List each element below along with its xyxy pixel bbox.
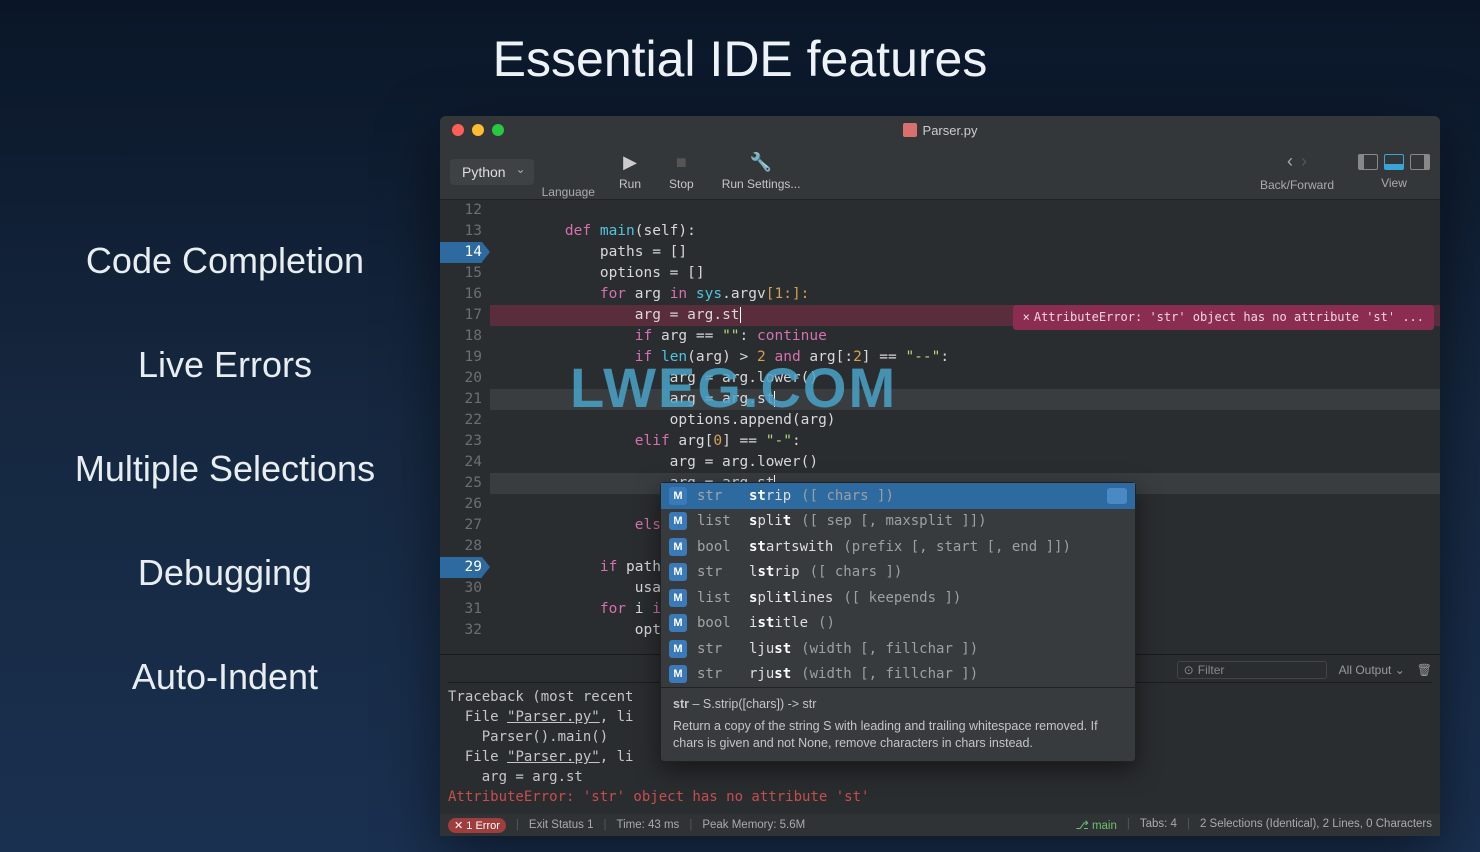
play-icon: ▶ (623, 152, 637, 173)
language-label: Language (542, 185, 595, 199)
method-icon: M (669, 614, 687, 632)
view-left-panel-button[interactable] (1358, 154, 1378, 170)
view-bottom-panel-button[interactable] (1384, 154, 1404, 170)
file-title: Parser.py (440, 123, 1440, 138)
method-icon: M (669, 538, 687, 556)
language-selector[interactable]: Python (450, 159, 534, 185)
statusbar: ✕ 1 Error | Exit Status 1 | Time: 43 ms … (440, 814, 1440, 836)
selection-info: 2 Selections (Identical), 2 Lines, 0 Cha… (1200, 818, 1432, 832)
feature-item: Multiple Selections (30, 448, 420, 490)
autocomplete-popup[interactable]: M str strip([ chars ]) M list split([ se… (660, 482, 1136, 762)
autocomplete-item[interactable]: M str strip([ chars ]) (661, 483, 1135, 509)
output-selector[interactable]: All Output ⌄ (1339, 663, 1405, 677)
method-icon: M (669, 589, 687, 607)
view-right-panel-button[interactable] (1410, 154, 1430, 170)
nav-back-button[interactable]: ‹ (1287, 151, 1293, 172)
gutter: 12 13 14 15 16 17 18 19 20 21 22 23 24 2… (440, 200, 490, 652)
feature-item: Code Completion (30, 240, 420, 282)
code-line: arg = arg.lower() (490, 452, 1440, 473)
toolbar: Python Language ▶ Run ■ Stop 🔧 Run Setti… (440, 144, 1440, 200)
peak-memory: Peak Memory: 5.6M (702, 819, 805, 831)
run-settings-button[interactable]: 🔧 Run Settings... (722, 152, 801, 191)
method-icon: M (669, 512, 687, 530)
autocomplete-item[interactable]: M list split([ sep [, maxsplit ]]) (661, 509, 1135, 535)
stop-button[interactable]: ■ Stop (669, 152, 694, 191)
stop-icon: ■ (676, 152, 687, 173)
code-line (490, 200, 1440, 221)
feature-item: Auto-Indent (30, 656, 420, 698)
trash-button[interactable]: 🗑 (1417, 663, 1432, 677)
close-icon[interactable]: × (1023, 307, 1030, 328)
console-line: arg = arg.st (448, 767, 1432, 787)
code-line: paths = [] (490, 242, 1440, 263)
view-toggle-group: View (1358, 154, 1430, 190)
inline-error-badge[interactable]: × AttributeError: 'str' object has no at… (1013, 305, 1434, 330)
feature-item: Live Errors (30, 344, 420, 386)
code-line: elif arg[0] == "-": (490, 431, 1440, 452)
code-line: for arg in sys.argv[1:]: (490, 284, 1440, 305)
feature-item: Debugging (30, 552, 420, 594)
tab-width[interactable]: Tabs: 4 (1140, 818, 1177, 832)
file-icon (903, 123, 917, 137)
exit-status: Exit Status 1 (529, 819, 594, 831)
titlebar: Parser.py (440, 116, 1440, 144)
doc-icon[interactable] (1107, 488, 1127, 504)
filter-input[interactable]: ⊙ Filter (1177, 661, 1327, 679)
console-error-line: AttributeError: 'str' object has no attr… (448, 787, 1432, 807)
method-icon: M (669, 665, 687, 683)
autocomplete-item[interactable]: M str lstrip([ chars ]) (661, 560, 1135, 586)
method-icon: M (669, 563, 687, 581)
method-icon: M (669, 640, 687, 658)
autocomplete-item[interactable]: M bool istitle() (661, 611, 1135, 637)
wrench-icon: 🔧 (750, 152, 772, 173)
nav-back-forward: ‹ › Back/Forward (1260, 151, 1334, 192)
run-button[interactable]: ▶ Run (619, 152, 641, 191)
autocomplete-item[interactable]: M bool startswith(prefix [, start [, end… (661, 534, 1135, 560)
code-line: def main(self): (490, 221, 1440, 242)
exec-time: Time: 43 ms (616, 819, 679, 831)
method-icon: M (669, 487, 687, 505)
watermark: LWEG.COM (570, 355, 897, 420)
git-branch[interactable]: ⎇ main (1075, 818, 1116, 832)
nav-forward-button[interactable]: › (1301, 151, 1307, 172)
code-line: options = [] (490, 263, 1440, 284)
slide-title: Essential IDE features (0, 30, 1480, 88)
error-count-badge[interactable]: ✕ 1 Error (448, 818, 506, 833)
filename: Parser.py (923, 123, 978, 138)
autocomplete-item[interactable]: M str rjust(width [, fillchar ]) (661, 662, 1135, 688)
autocomplete-doc: str – str – S.strip([chars]) -> strS.str… (661, 687, 1135, 761)
filter-icon: ⊙ (1184, 663, 1194, 677)
autocomplete-item[interactable]: M list splitlines([ keepends ]) (661, 585, 1135, 611)
autocomplete-item[interactable]: M str ljust(width [, fillchar ]) (661, 636, 1135, 662)
feature-list: Code Completion Live Errors Multiple Sel… (30, 240, 420, 698)
